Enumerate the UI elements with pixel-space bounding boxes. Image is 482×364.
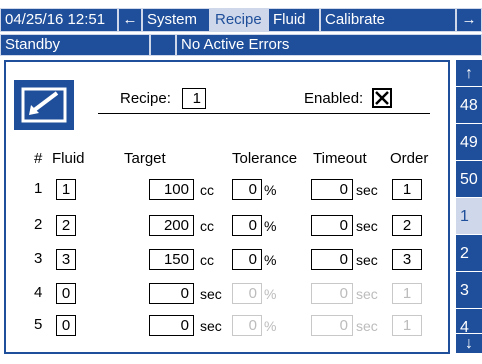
- row-number: 4: [34, 284, 43, 301]
- machine-status: Standby: [0, 34, 150, 56]
- sidebar-item-4[interactable]: 4: [456, 309, 482, 334]
- checkbox-x-icon: [375, 91, 389, 105]
- header-timeout: Timeout: [313, 150, 367, 167]
- tolerance-unit: %: [264, 182, 277, 198]
- edit-button[interactable]: [14, 80, 74, 130]
- tolerance-field[interactable]: 0: [232, 249, 262, 270]
- target-unit: sec: [200, 286, 222, 302]
- timeout-unit: sec: [356, 182, 378, 198]
- target-unit: cc: [200, 252, 214, 268]
- tolerance-unit: %: [264, 252, 277, 268]
- divider: [98, 113, 430, 114]
- status-bar: Standby No Active Errors: [0, 34, 482, 56]
- timeout-unit: sec: [356, 252, 378, 268]
- target-field[interactable]: 0: [149, 315, 194, 336]
- tolerance-field[interactable]: 0: [232, 315, 262, 336]
- row-number: 5: [34, 316, 43, 333]
- sidebar-item-48[interactable]: 48: [456, 87, 482, 124]
- tolerance-field[interactable]: 0: [232, 215, 262, 236]
- tab-recipe[interactable]: Recipe: [210, 8, 268, 32]
- header-tolerance: Tolerance: [232, 150, 298, 167]
- enabled-label: Enabled:: [304, 90, 364, 107]
- target-field[interactable]: 0: [149, 283, 194, 304]
- top-nav-bar: 04/25/16 12:51 ← System Recipe Fluid Cal…: [0, 8, 482, 32]
- order-field[interactable]: 3: [392, 249, 422, 270]
- tolerance-field[interactable]: 0: [232, 283, 262, 304]
- status-spacer: [150, 34, 176, 56]
- tolerance-unit: %: [264, 218, 277, 234]
- tolerance-unit: %: [264, 318, 277, 334]
- header-target: Target: [124, 150, 166, 167]
- target-field[interactable]: 150: [149, 249, 194, 270]
- error-status: No Active Errors: [176, 34, 482, 56]
- tab-fluid[interactable]: Fluid: [268, 8, 320, 32]
- target-field[interactable]: 100: [149, 179, 194, 200]
- timeout-field[interactable]: 0: [311, 283, 353, 304]
- nav-right-arrow-icon[interactable]: →: [456, 8, 482, 32]
- order-field[interactable]: 1: [392, 179, 422, 200]
- timeout-field[interactable]: 0: [311, 179, 353, 200]
- timeout-unit: sec: [356, 318, 378, 334]
- fluid-field[interactable]: 2: [56, 215, 76, 236]
- recipe-number-field[interactable]: 1: [182, 88, 206, 109]
- datetime-display: 04/25/16 12:51: [0, 8, 118, 32]
- fluid-field[interactable]: 0: [56, 315, 76, 336]
- recipe-label: Recipe:: [120, 90, 171, 107]
- sidebar-item-50[interactable]: 50: [456, 161, 482, 198]
- order-field[interactable]: 1: [392, 315, 422, 336]
- target-unit: cc: [200, 182, 214, 198]
- sidebar-item-2[interactable]: 2: [456, 235, 482, 272]
- order-field[interactable]: 1: [392, 283, 422, 304]
- order-field[interactable]: 2: [392, 215, 422, 236]
- target-unit: sec: [200, 318, 222, 334]
- tab-calibrate[interactable]: Calibrate: [320, 8, 456, 32]
- timeout-unit: sec: [356, 218, 378, 234]
- sidebar-item-3[interactable]: 3: [456, 272, 482, 309]
- enabled-checkbox[interactable]: [372, 88, 392, 108]
- header-num: #: [34, 150, 43, 167]
- edit-icon: [21, 87, 67, 123]
- sidebar-down-arrow-icon[interactable]: ↓: [456, 334, 482, 354]
- tolerance-unit: %: [264, 286, 277, 302]
- row-number: 2: [34, 216, 43, 233]
- fluid-field[interactable]: 1: [56, 179, 76, 200]
- fluid-field[interactable]: 0: [56, 283, 76, 304]
- target-unit: cc: [200, 218, 214, 234]
- timeout-unit: sec: [356, 286, 378, 302]
- timeout-field[interactable]: 0: [311, 249, 353, 270]
- row-number: 3: [34, 250, 43, 267]
- sidebar-up-arrow-icon[interactable]: ↑: [456, 60, 482, 87]
- timeout-field[interactable]: 0: [311, 315, 353, 336]
- sidebar-item-49[interactable]: 49: [456, 124, 482, 161]
- sidebar: ↑ 48 49 50 1 2 3 4 ↓: [452, 60, 482, 354]
- tab-system[interactable]: System: [142, 8, 210, 32]
- timeout-field[interactable]: 0: [311, 215, 353, 236]
- target-field[interactable]: 200: [149, 215, 194, 236]
- fluid-field[interactable]: 3: [56, 249, 76, 270]
- header-order: Order: [390, 150, 429, 167]
- nav-left-arrow-icon[interactable]: ←: [118, 8, 142, 32]
- row-number: 1: [34, 180, 43, 197]
- header-fluid: Fluid: [52, 150, 85, 167]
- tolerance-field[interactable]: 0: [232, 179, 262, 200]
- sidebar-item-1[interactable]: 1: [456, 198, 482, 235]
